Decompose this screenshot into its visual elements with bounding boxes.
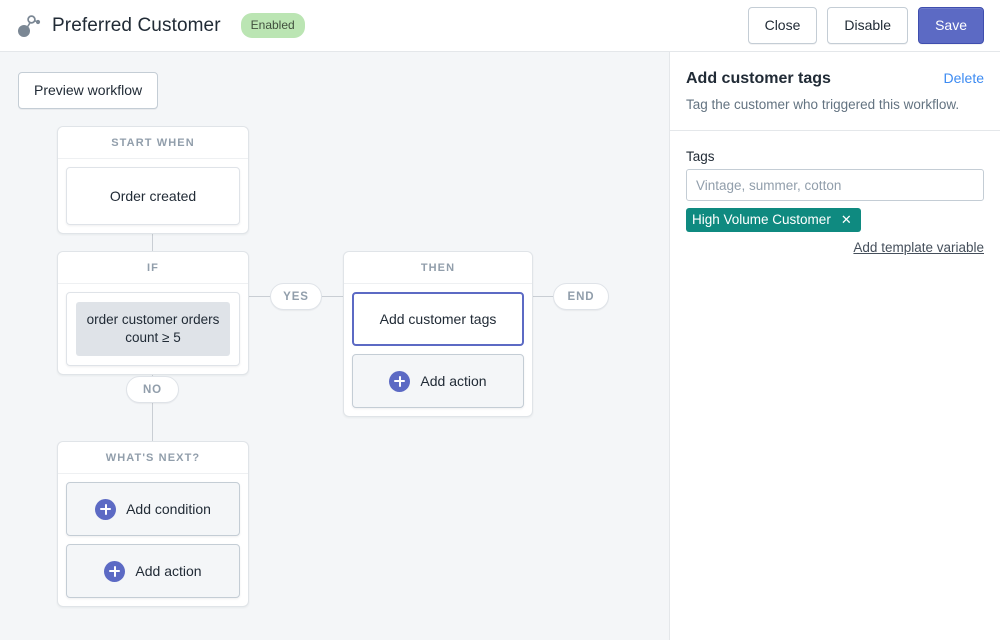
condition-node[interactable]: order customer orders count ≥ 5: [66, 292, 240, 366]
then-add-action-label: Add action: [420, 373, 486, 389]
panel-header-row: Add customer tags Delete: [686, 70, 984, 88]
start-when-body: Order created: [58, 159, 248, 233]
trigger-node-label: Order created: [110, 188, 196, 204]
close-icon[interactable]: ✕: [840, 213, 853, 226]
workflow-brand: Preferred Customer Enabled: [0, 12, 305, 40]
action-node-label: Add customer tags: [380, 311, 497, 327]
condition-chip: order customer orders count ≥ 5: [76, 302, 230, 356]
action-node-add-customer-tags[interactable]: Add customer tags: [352, 292, 524, 346]
workflow-node-icon: [14, 12, 42, 40]
tags-field-label: Tags: [686, 149, 984, 164]
tags-input[interactable]: [686, 169, 984, 201]
whats-next-add-action-button[interactable]: Add action: [66, 544, 240, 598]
status-badge: Enabled: [241, 13, 305, 38]
if-heading: IF: [58, 252, 248, 284]
workflow-editor: Preferred Customer Enabled Close Disable…: [0, 0, 1000, 640]
if-body: order customer orders count ≥ 5: [58, 284, 248, 374]
then-body: Add customer tags Add action: [344, 284, 532, 416]
end-pill: END: [553, 283, 609, 310]
no-pill-label: NO: [143, 384, 162, 396]
connector-then-to-end: [533, 296, 553, 297]
action-settings-panel: Add customer tags Delete Tag the custome…: [670, 52, 1000, 640]
tag-chip-label: High Volume Customer: [692, 212, 831, 227]
tag-chip-list: High Volume Customer ✕: [686, 201, 984, 232]
panel-title: Add customer tags: [686, 70, 831, 88]
panel-body: Tags High Volume Customer ✕ Add template…: [670, 131, 1000, 255]
then-card: THEN Add customer tags Add action: [343, 251, 533, 417]
tag-chip[interactable]: High Volume Customer ✕: [686, 208, 861, 232]
add-condition-label: Add condition: [126, 501, 211, 517]
close-button[interactable]: Close: [748, 7, 818, 44]
no-pill: NO: [126, 376, 179, 403]
page-title: Preferred Customer: [52, 15, 221, 37]
panel-subtitle: Tag the customer who triggered this work…: [686, 96, 984, 114]
add-template-variable-link[interactable]: Add template variable: [686, 240, 984, 255]
yes-pill-label: YES: [283, 291, 309, 303]
connector-if-to-yes: [248, 296, 270, 297]
connector-yes-to-then: [322, 296, 344, 297]
preview-workflow-button[interactable]: Preview workflow: [18, 72, 158, 109]
then-heading: THEN: [344, 252, 532, 284]
then-add-action-button[interactable]: Add action: [352, 354, 524, 408]
plus-icon: [104, 561, 125, 582]
whats-next-body: Add condition Add action: [58, 474, 248, 606]
trigger-node-order-created[interactable]: Order created: [66, 167, 240, 225]
workflow-canvas[interactable]: Preview workflow START WHEN Order create…: [0, 52, 670, 640]
plus-icon: [95, 499, 116, 520]
whats-next-heading: WHAT'S NEXT?: [58, 442, 248, 474]
delete-action-link[interactable]: Delete: [944, 70, 984, 86]
yes-pill: YES: [270, 283, 322, 310]
panel-header: Add customer tags Delete Tag the custome…: [670, 52, 1000, 130]
disable-button[interactable]: Disable: [827, 7, 908, 44]
top-bar-actions: Close Disable Save: [748, 7, 1000, 44]
end-pill-label: END: [568, 291, 595, 303]
if-card: IF order customer orders count ≥ 5: [57, 251, 249, 375]
plus-icon: [389, 371, 410, 392]
top-bar: Preferred Customer Enabled Close Disable…: [0, 0, 1000, 52]
whats-next-add-action-label: Add action: [135, 563, 201, 579]
whats-next-card: WHAT'S NEXT? Add condition Add action: [57, 441, 249, 607]
save-button[interactable]: Save: [918, 7, 984, 44]
start-when-heading: START WHEN: [58, 127, 248, 159]
start-when-card: START WHEN Order created: [57, 126, 249, 234]
add-condition-button[interactable]: Add condition: [66, 482, 240, 536]
